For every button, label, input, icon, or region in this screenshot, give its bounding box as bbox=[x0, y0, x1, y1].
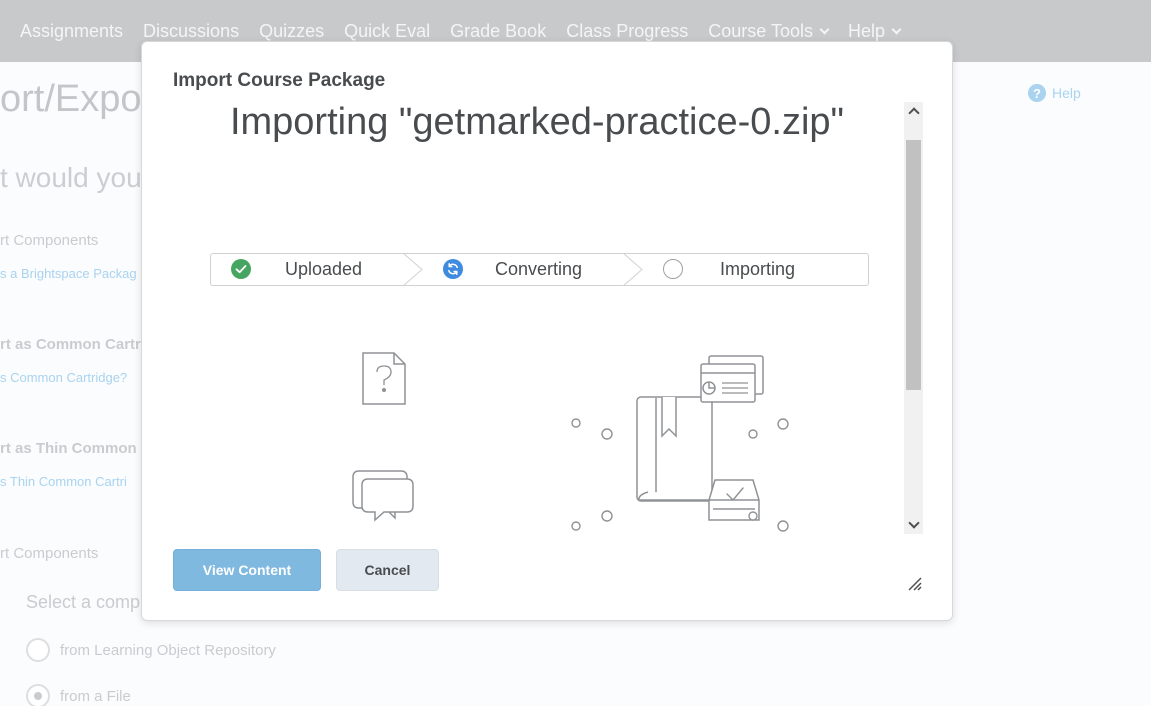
section-link[interactable]: s Common Cartridge? bbox=[0, 370, 127, 385]
help-label: Help bbox=[1052, 85, 1081, 101]
section-heading: rt Components bbox=[0, 232, 99, 249]
radio-option-file[interactable]: from a File bbox=[26, 684, 131, 706]
nav-help[interactable]: Help bbox=[847, 20, 902, 42]
chat-bubbles-icon bbox=[352, 470, 414, 522]
dialog-title: Import Course Package bbox=[173, 70, 386, 91]
nav-class-progress[interactable]: Class Progress bbox=[566, 21, 688, 42]
nav-quizzes[interactable]: Quizzes bbox=[259, 21, 324, 42]
radio-option-repository[interactable]: from Learning Object Repository bbox=[26, 638, 276, 662]
radio-button[interactable] bbox=[26, 638, 50, 662]
import-dialog: Import Course Package Importing "getmark… bbox=[141, 41, 953, 621]
dialog-scrollbar[interactable] bbox=[904, 102, 923, 534]
nav-assignments[interactable]: Assignments bbox=[20, 21, 123, 42]
nav-quick-eval[interactable]: Quick Eval bbox=[344, 21, 430, 42]
nav-label: Help bbox=[847, 20, 886, 41]
page-title: ort/Expo bbox=[0, 78, 142, 120]
section-heading: rt as Common Cartr bbox=[0, 336, 141, 353]
nav-discussions[interactable]: Discussions bbox=[143, 21, 239, 42]
dialog-content: Importing "getmarked-practice-0.zip" Upl… bbox=[173, 98, 923, 534]
radio-label: from a File bbox=[60, 687, 131, 705]
help-link[interactable]: ? Help bbox=[1028, 84, 1081, 102]
nav-label: Course Tools bbox=[708, 20, 813, 41]
scroll-down-arrow-icon[interactable] bbox=[904, 516, 923, 534]
chevron-down-icon bbox=[819, 24, 830, 34]
nav-grade-book[interactable]: Grade Book bbox=[450, 21, 546, 42]
radio-button[interactable] bbox=[26, 684, 50, 706]
help-icon: ? bbox=[1028, 84, 1046, 102]
section-heading: rt as Thin Common bbox=[0, 440, 137, 457]
nav-label: Grade Book bbox=[450, 20, 547, 41]
resize-handle-icon[interactable] bbox=[907, 576, 923, 592]
nav-label: Quizzes bbox=[259, 20, 325, 41]
chevron-down-icon bbox=[891, 24, 902, 34]
nav-label: Class Progress bbox=[566, 20, 689, 41]
book-icon bbox=[636, 396, 718, 502]
nav-label: Discussions bbox=[143, 20, 240, 41]
scrollbar-thumb[interactable] bbox=[906, 140, 921, 390]
nav-course-tools[interactable]: Course Tools bbox=[708, 20, 830, 42]
cancel-button[interactable]: Cancel bbox=[336, 549, 439, 591]
nav-label: Assignments bbox=[20, 20, 124, 41]
section-link[interactable]: s a Brightspace Packag bbox=[0, 266, 137, 281]
nav-label: Quick Eval bbox=[344, 20, 431, 41]
scroll-up-arrow-icon[interactable] bbox=[904, 102, 923, 120]
radio-label: from Learning Object Repository bbox=[60, 641, 276, 659]
select-component-label: Select a comp bbox=[26, 592, 141, 612]
page-subtitle: t would you bbox=[0, 162, 142, 193]
quiz-document-icon bbox=[362, 352, 406, 405]
view-content-button[interactable]: View Content bbox=[173, 549, 321, 591]
section-link[interactable]: s Thin Common Cartri bbox=[0, 474, 127, 489]
import-illustration bbox=[352, 352, 789, 532]
presentation-icon bbox=[700, 355, 764, 403]
section-heading: rt Components bbox=[0, 545, 99, 562]
